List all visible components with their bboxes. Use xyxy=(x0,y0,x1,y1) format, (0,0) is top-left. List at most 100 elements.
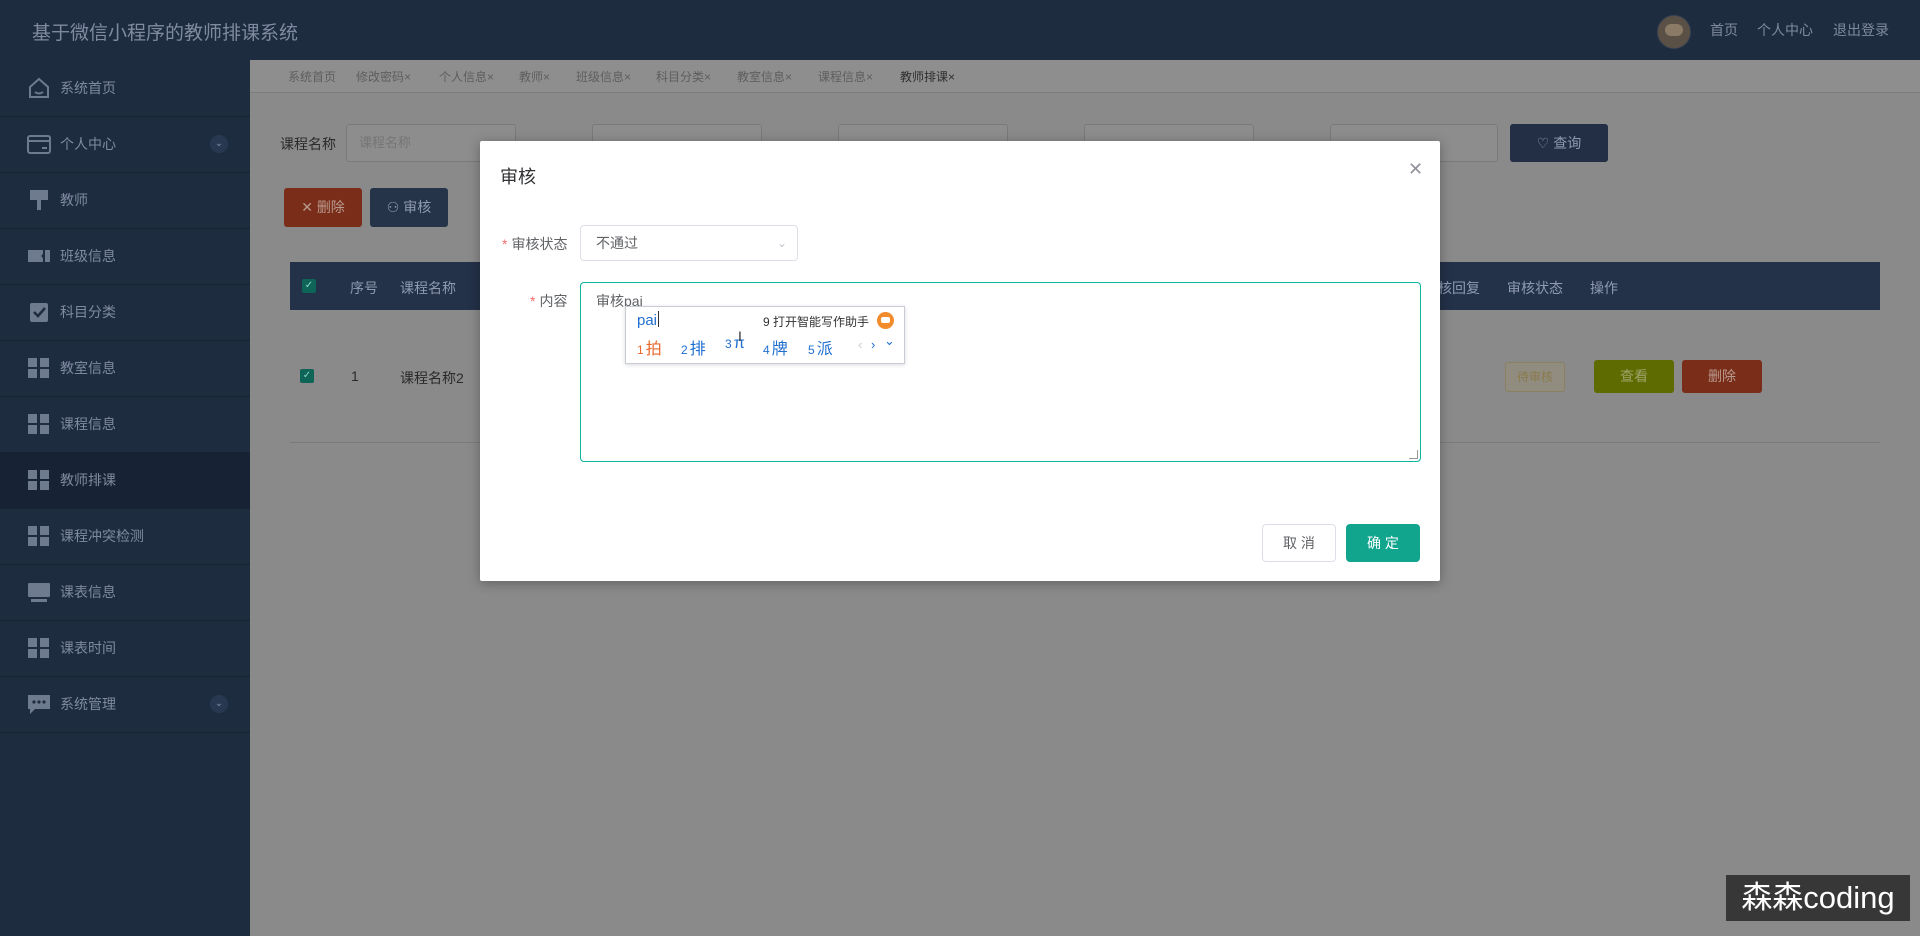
sidebar-item-teacher-scheduling[interactable]: 教师排课 xyxy=(0,452,250,509)
query-label: 查询 xyxy=(1553,135,1582,151)
close-icon[interactable]: × xyxy=(948,70,955,84)
home-link[interactable]: 首页 xyxy=(1710,20,1738,40)
course-name-label: 课程名称 xyxy=(280,136,336,152)
user-icon: ⚇ xyxy=(386,199,400,215)
avatar[interactable] xyxy=(1657,15,1691,49)
profile-link[interactable]: 个人中心 xyxy=(1757,20,1813,40)
logout-link[interactable]: 退出登录 xyxy=(1833,20,1889,40)
close-icon[interactable]: × xyxy=(785,70,792,84)
sidebar-item-timetable-info[interactable]: 课表信息 xyxy=(0,564,250,621)
sidebar-item-teacher[interactable]: 教师 xyxy=(0,172,250,229)
candidate-number: 1 xyxy=(637,343,644,357)
chevron-right-icon[interactable]: › xyxy=(871,337,875,352)
sidebar-item-label: 课表时间 xyxy=(60,640,116,656)
candidate-text: 排 xyxy=(689,341,706,358)
close-icon[interactable]: × xyxy=(704,70,711,84)
sidebar-item-system-management[interactable]: 系统管理 ⌄ xyxy=(0,676,250,733)
candidate-number: 3 xyxy=(725,337,732,351)
chevron-down-icon[interactable]: ⌄ xyxy=(210,135,228,153)
tab-teacher-scheduling[interactable]: 教师排课× xyxy=(900,68,955,85)
tab-label: 班级信息 xyxy=(576,70,625,84)
status-label: * 审核状态 xyxy=(502,234,567,254)
close-icon[interactable]: ✕ xyxy=(1408,159,1423,180)
sidebar-item-home[interactable]: 系统首页 xyxy=(0,60,250,117)
status-badge: 待审核 xyxy=(1505,362,1565,392)
close-icon[interactable]: × xyxy=(624,70,631,84)
tab-course-info[interactable]: 课程信息× xyxy=(818,68,873,85)
close-icon[interactable]: × xyxy=(404,70,411,84)
ime-candidate-5[interactable]: 5派 xyxy=(808,335,833,359)
select-all-checkbox[interactable]: ✓ xyxy=(302,279,316,293)
audit-button[interactable]: ⚇ 审核 xyxy=(370,188,448,227)
close-icon[interactable]: × xyxy=(866,70,873,84)
monitor-icon xyxy=(28,583,50,602)
tab-classroom-info[interactable]: 教室信息× xyxy=(737,68,792,85)
ime-candidate-4[interactable]: 4牌 xyxy=(763,335,788,359)
grid-icon xyxy=(28,358,49,378)
grid-icon xyxy=(28,526,49,546)
view-button[interactable]: 查看 xyxy=(1594,360,1674,393)
delete-button[interactable]: ✕ 删除 xyxy=(284,188,362,227)
text-caret xyxy=(658,311,660,327)
dialog-title: 审核 xyxy=(500,167,536,187)
tab-class-info[interactable]: 班级信息× xyxy=(576,68,631,85)
candidate-number: 2 xyxy=(681,343,688,357)
easel-icon xyxy=(30,190,48,210)
chat-icon xyxy=(28,695,50,714)
sidebar-item-course-info[interactable]: 课程信息 xyxy=(0,396,250,453)
tab-bar: 系统首页 修改密码× 个人信息× 教师× 班级信息× 科目分类× 教室信息× 课… xyxy=(250,60,1920,93)
sidebar-item-personal-center[interactable]: 个人中心 ⌄ xyxy=(0,116,250,173)
ime-composition: pai xyxy=(637,311,660,329)
ime-composition-text: pai xyxy=(637,312,658,329)
confirm-button[interactable]: 确 定 xyxy=(1346,524,1420,562)
ime-writing-assistant[interactable]: 9 打开智能写作助手 xyxy=(763,313,869,330)
chevron-down-icon[interactable]: ⌄ xyxy=(884,333,895,349)
tab-change-password[interactable]: 修改密码× xyxy=(356,68,411,85)
sidebar-item-label: 教室信息 xyxy=(60,360,116,376)
candidate-text: 拍 xyxy=(645,341,662,358)
app-title: 基于微信小程序的教师排课系统 xyxy=(32,23,299,44)
tab-label: 个人信息 xyxy=(439,70,488,84)
close-icon[interactable]: × xyxy=(487,70,494,84)
tab-label: 教师 xyxy=(519,70,544,84)
sidebar: 系统首页 个人中心 ⌄ 教师 班级信息 科目分类 教室信息 课程信息 教师排课 … xyxy=(0,60,250,936)
watermark: 森森coding xyxy=(1726,875,1910,921)
close-icon[interactable]: × xyxy=(543,70,550,84)
assistant-icon[interactable] xyxy=(877,312,894,329)
row-checkbox[interactable]: ✓ xyxy=(300,369,314,383)
delete-label: 删除 xyxy=(316,199,345,215)
column-operation: 操作 xyxy=(1590,280,1618,296)
tab-system-home[interactable]: 系统首页 xyxy=(288,68,336,85)
chevron-left-icon[interactable]: ‹ xyxy=(858,337,862,352)
sidebar-item-label: 系统首页 xyxy=(60,80,116,96)
tab-personal-info[interactable]: 个人信息× xyxy=(439,68,494,85)
sidebar-item-classroom-info[interactable]: 教室信息 xyxy=(0,340,250,397)
heart-icon: ♡ xyxy=(1536,135,1550,151)
query-button[interactable]: ♡ 查询 xyxy=(1510,124,1608,162)
chevron-down-icon[interactable]: ⌄ xyxy=(210,695,228,713)
column-course: 课程名称 xyxy=(400,280,456,296)
audit-label: 审核 xyxy=(403,199,432,215)
ime-candidate-2[interactable]: 2排 xyxy=(681,335,706,359)
sidebar-item-class-info[interactable]: 班级信息 xyxy=(0,228,250,285)
ime-candidate-1[interactable]: 1拍 xyxy=(637,335,662,359)
resize-handle[interactable] xyxy=(1409,450,1418,459)
candidate-number: 4 xyxy=(763,343,770,357)
grid-icon xyxy=(28,638,49,658)
sidebar-item-subject-category[interactable]: 科目分类 xyxy=(0,284,250,341)
cancel-button[interactable]: 取 消 xyxy=(1262,524,1336,562)
required-mark: * xyxy=(502,236,508,252)
tab-label: 教师排课 xyxy=(900,70,949,84)
tab-label: 教室信息 xyxy=(737,70,786,84)
audit-dialog: 审核 ✕ * 审核状态 不通过 ⌄ * 内容 审核pai 取 消 确 定 xyxy=(480,141,1440,581)
sidebar-item-label: 课程冲突检测 xyxy=(60,528,144,544)
sidebar-item-conflict-check[interactable]: 课程冲突检测 xyxy=(0,508,250,565)
status-select[interactable]: 不通过 ⌄ xyxy=(580,225,798,261)
tab-subject-category[interactable]: 科目分类× xyxy=(656,68,711,85)
row-delete-button[interactable]: 删除 xyxy=(1682,360,1762,393)
card-icon xyxy=(27,135,51,154)
tab-teacher[interactable]: 教师× xyxy=(519,68,550,85)
sidebar-item-label: 课程信息 xyxy=(60,416,116,432)
sidebar-item-timetable-time[interactable]: 课表时间 xyxy=(0,620,250,677)
clipboard-check-icon xyxy=(30,303,48,322)
